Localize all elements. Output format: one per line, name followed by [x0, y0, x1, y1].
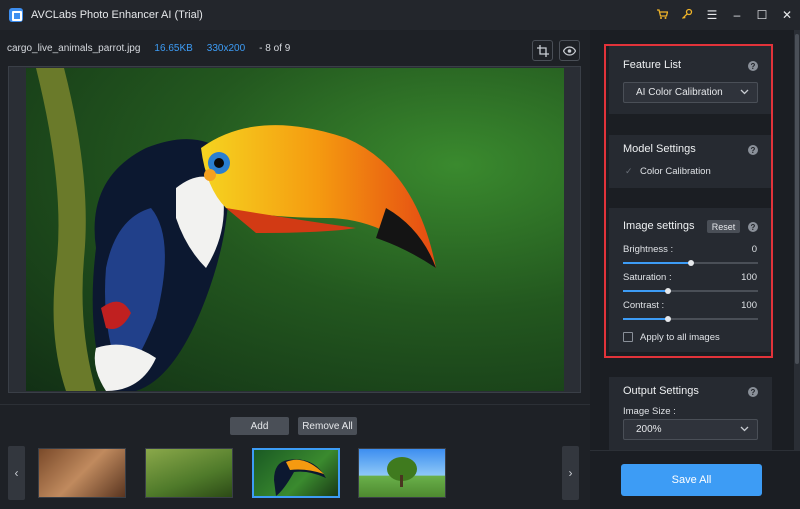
- apply-all-label: Apply to all images: [640, 332, 720, 343]
- saturation-value: 100: [741, 272, 757, 283]
- reset-button[interactable]: Reset: [707, 220, 740, 233]
- eye-icon[interactable]: [559, 40, 580, 61]
- output-settings-card: Output Settings ? Image Size : 200%: [609, 377, 772, 450]
- save-all-button[interactable]: Save All: [621, 464, 762, 496]
- image-size-value: 200%: [636, 424, 662, 435]
- thumbnail-tree[interactable]: [358, 448, 446, 498]
- file-info-bar: cargo_live_animals_parrot.jpg 16.65KB 33…: [0, 30, 590, 66]
- checkmark-icon[interactable]: ✓: [625, 166, 633, 177]
- key-icon[interactable]: [675, 8, 699, 23]
- feature-select[interactable]: AI Color Calibration: [623, 82, 758, 103]
- thumbnail-ant[interactable]: [145, 448, 233, 498]
- minimize-icon[interactable]: –: [725, 8, 749, 22]
- add-button[interactable]: Add: [230, 417, 289, 435]
- image-size-select[interactable]: 200%: [623, 419, 758, 440]
- maximize-icon[interactable]: ☐: [750, 8, 774, 22]
- saturation-slider[interactable]: [623, 288, 758, 294]
- feature-select-value: AI Color Calibration: [636, 87, 723, 98]
- contrast-label: Contrast :: [623, 300, 665, 311]
- preview-image[interactable]: [26, 68, 564, 391]
- saturation-slider-fill: [623, 290, 668, 292]
- brightness-value: 0: [751, 244, 757, 255]
- panel-scrollbar-thumb[interactable]: [795, 34, 799, 364]
- brightness-slider[interactable]: [623, 260, 758, 266]
- output-settings-title: Output Settings: [623, 385, 699, 397]
- feature-list-title: Feature List: [623, 59, 682, 71]
- contrast-value: 100: [741, 300, 757, 311]
- file-dimensions: 330x200: [206, 42, 246, 54]
- brightness-slider-fill: [623, 262, 691, 264]
- contrast-slider-handle[interactable]: [664, 316, 671, 322]
- file-size: 16.65KB: [154, 42, 193, 54]
- contrast-slider[interactable]: [623, 316, 758, 322]
- contrast-slider-fill: [623, 318, 668, 320]
- thumbnail-woman[interactable]: [38, 448, 126, 498]
- apply-all-checkbox[interactable]: [623, 332, 633, 342]
- preview-frame: [8, 66, 581, 393]
- model-settings-card: Model Settings ? ✓ Color Calibration: [609, 135, 772, 188]
- image-settings-card: Image settings Reset ? Brightness : 0 Sa…: [609, 208, 772, 352]
- image-settings-title: Image settings: [623, 220, 695, 232]
- chevron-down-icon: [740, 87, 749, 97]
- close-icon[interactable]: ✕: [775, 8, 799, 22]
- divider: [0, 404, 590, 405]
- app-title: AVCLabs Photo Enhancer AI (Trial): [31, 9, 203, 21]
- cart-icon[interactable]: [650, 8, 674, 23]
- chevron-down-icon: [740, 424, 749, 434]
- saturation-label: Saturation :: [623, 272, 672, 283]
- help-icon[interactable]: ?: [748, 387, 758, 397]
- brightness-label: Brightness :: [623, 244, 674, 255]
- color-calibration-label: Color Calibration: [640, 166, 711, 177]
- feature-list-card: Feature List ? AI Color Calibration: [609, 44, 772, 114]
- image-size-label: Image Size :: [623, 406, 676, 417]
- app-logo-icon: [9, 8, 23, 22]
- help-icon[interactable]: ?: [748, 61, 758, 71]
- thumbnail-prev-button[interactable]: ‹: [8, 446, 25, 500]
- remove-all-button[interactable]: Remove All: [298, 417, 357, 435]
- help-icon[interactable]: ?: [748, 145, 758, 155]
- brightness-slider-handle[interactable]: [687, 260, 694, 266]
- menu-icon[interactable]: ☰: [700, 8, 724, 22]
- model-settings-title: Model Settings: [623, 143, 696, 155]
- help-icon[interactable]: ?: [748, 222, 758, 232]
- file-position: - 8 of 9: [259, 42, 291, 54]
- file-name: cargo_live_animals_parrot.jpg: [7, 42, 141, 54]
- crop-icon[interactable]: [532, 40, 553, 61]
- title-bar: AVCLabs Photo Enhancer AI (Trial) ☰ – ☐ …: [0, 0, 800, 30]
- thumbnail-next-button[interactable]: ›: [562, 446, 579, 500]
- saturation-slider-handle[interactable]: [664, 288, 671, 294]
- thumbnail-toucan[interactable]: [252, 448, 340, 498]
